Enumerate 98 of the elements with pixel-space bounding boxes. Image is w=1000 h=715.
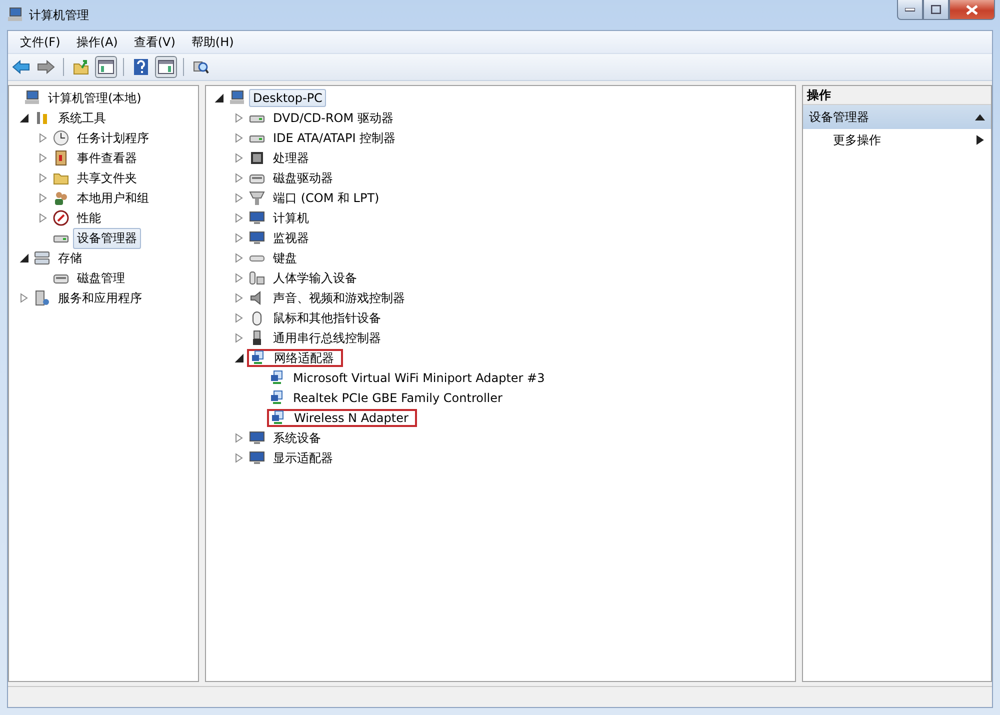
computer-icon bbox=[229, 90, 245, 106]
tree-item[interactable]: 显示适配器 bbox=[269, 448, 337, 468]
menu-item[interactable]: 查看(V) bbox=[126, 32, 184, 52]
close-icon bbox=[966, 4, 978, 14]
menu-item[interactable]: 帮助(H) bbox=[183, 32, 242, 52]
show-action-pane-button[interactable] bbox=[155, 56, 177, 78]
network-icon bbox=[270, 410, 286, 426]
expand-toggle[interactable] bbox=[234, 293, 244, 303]
minimize-icon bbox=[905, 8, 915, 12]
network-icon bbox=[250, 350, 266, 366]
expand-toggle[interactable] bbox=[38, 213, 48, 223]
action-item[interactable]: 更多操作 bbox=[803, 129, 991, 151]
pane-icon bbox=[98, 60, 114, 74]
tree-item[interactable]: Realtek PCIe GBE Family Controller bbox=[289, 389, 506, 407]
tree-item[interactable]: 监视器 bbox=[269, 228, 313, 248]
tree-item[interactable]: DVD/CD-ROM 驱动器 bbox=[269, 108, 398, 128]
tree-item[interactable]: 计算机 bbox=[269, 208, 313, 228]
computer-icon bbox=[24, 90, 40, 106]
minimize-button[interactable] bbox=[897, 0, 923, 20]
tree-item[interactable]: 网络适配器 bbox=[270, 348, 338, 368]
tree-item[interactable]: 设备管理器 bbox=[73, 228, 141, 248]
expand-toggle[interactable] bbox=[234, 193, 244, 203]
tree-item[interactable]: 共享文件夹 bbox=[73, 168, 141, 188]
expand-toggle[interactable] bbox=[234, 113, 244, 123]
tree-item[interactable]: IDE ATA/ATAPI 控制器 bbox=[269, 128, 400, 148]
storage-icon bbox=[34, 250, 50, 266]
tree-item[interactable]: Microsoft Virtual WiFi Miniport Adapter #3 bbox=[289, 369, 549, 387]
tree-item[interactable]: 人体学输入设备 bbox=[269, 268, 361, 288]
tree-item[interactable]: 鼠标和其他指针设备 bbox=[269, 308, 385, 328]
users-icon bbox=[53, 190, 69, 206]
show-tree-button[interactable] bbox=[95, 56, 117, 78]
expand-toggle[interactable] bbox=[234, 213, 244, 223]
monitor-icon bbox=[249, 430, 265, 446]
action-label: 更多操作 bbox=[833, 132, 881, 148]
monitor-icon bbox=[249, 210, 265, 226]
pane-icon bbox=[158, 60, 174, 74]
submenu-arrow-icon bbox=[975, 135, 985, 145]
expand-toggle[interactable] bbox=[234, 313, 244, 323]
tree-item[interactable]: Desktop-PC bbox=[249, 89, 326, 107]
expand-toggle[interactable] bbox=[38, 193, 48, 203]
monitor-icon bbox=[249, 230, 265, 246]
expand-toggle[interactable] bbox=[38, 133, 48, 143]
collapse-toggle[interactable] bbox=[19, 113, 29, 123]
pane-header: 操作 bbox=[803, 86, 991, 105]
window-title: 计算机管理 bbox=[29, 6, 89, 24]
tree-item[interactable]: 计算机管理(本地) bbox=[44, 88, 146, 108]
expand-toggle[interactable] bbox=[234, 453, 244, 463]
expand-toggle[interactable] bbox=[234, 173, 244, 183]
help-icon bbox=[134, 59, 148, 75]
monitor-magnifier-icon bbox=[193, 59, 209, 75]
expand-toggle[interactable] bbox=[234, 433, 244, 443]
expand-toggle[interactable] bbox=[234, 133, 244, 143]
maximize-icon bbox=[931, 5, 941, 14]
expand-toggle[interactable] bbox=[19, 293, 29, 303]
network-icon bbox=[269, 390, 285, 406]
expand-toggle[interactable] bbox=[234, 273, 244, 283]
tree-item[interactable]: 磁盘管理 bbox=[73, 268, 129, 288]
tree-item[interactable]: 系统设备 bbox=[269, 428, 325, 448]
menu-item[interactable]: 文件(F) bbox=[12, 32, 68, 52]
expand-toggle[interactable] bbox=[234, 233, 244, 243]
network-icon bbox=[269, 370, 285, 386]
tree-item[interactable]: 存储 bbox=[54, 248, 86, 268]
tree-item[interactable]: 通用串行总线控制器 bbox=[269, 328, 385, 348]
tools-icon bbox=[34, 110, 50, 126]
tree-item[interactable]: 键盘 bbox=[269, 248, 301, 268]
port-icon bbox=[249, 190, 265, 206]
close-button[interactable] bbox=[949, 0, 995, 20]
collapse-toggle[interactable] bbox=[234, 353, 244, 363]
tree-item[interactable]: 任务计划程序 bbox=[73, 128, 153, 148]
expand-toggle[interactable] bbox=[234, 253, 244, 263]
expand-toggle[interactable] bbox=[234, 153, 244, 163]
back-arrow-icon bbox=[12, 60, 30, 74]
computer-icon bbox=[7, 7, 23, 23]
monitor-icon bbox=[249, 450, 265, 466]
clock-icon bbox=[53, 130, 69, 146]
section-title: 设备管理器 bbox=[809, 108, 869, 126]
input-device-icon bbox=[249, 270, 265, 286]
tree-item[interactable]: 性能 bbox=[73, 208, 105, 228]
action-section-header[interactable]: 设备管理器 bbox=[803, 105, 991, 129]
collapse-toggle[interactable] bbox=[19, 253, 29, 263]
tree-item[interactable]: 事件查看器 bbox=[73, 148, 141, 168]
tree-item[interactable]: 本地用户和组 bbox=[73, 188, 153, 208]
tree-item[interactable]: 声音、视频和游戏控制器 bbox=[269, 288, 409, 308]
tree-item[interactable]: 服务和应用程序 bbox=[54, 288, 146, 308]
menu-item[interactable]: 操作(A) bbox=[68, 32, 126, 52]
expand-toggle[interactable] bbox=[234, 333, 244, 343]
expand-toggle[interactable] bbox=[38, 173, 48, 183]
tree-item[interactable]: 端口 (COM 和 LPT) bbox=[269, 188, 384, 208]
maximize-button[interactable] bbox=[923, 0, 949, 20]
tree-item[interactable]: 磁盘驱动器 bbox=[269, 168, 337, 188]
folder-up-icon bbox=[73, 59, 89, 75]
tree-item[interactable]: 处理器 bbox=[269, 148, 313, 168]
chip-icon bbox=[249, 150, 265, 166]
forward-arrow-icon bbox=[37, 60, 55, 74]
tree-item[interactable]: 系统工具 bbox=[54, 108, 110, 128]
collapse-toggle[interactable] bbox=[214, 93, 224, 103]
tree-item[interactable]: Wireless N Adapter bbox=[290, 409, 412, 427]
expand-toggle[interactable] bbox=[38, 153, 48, 163]
